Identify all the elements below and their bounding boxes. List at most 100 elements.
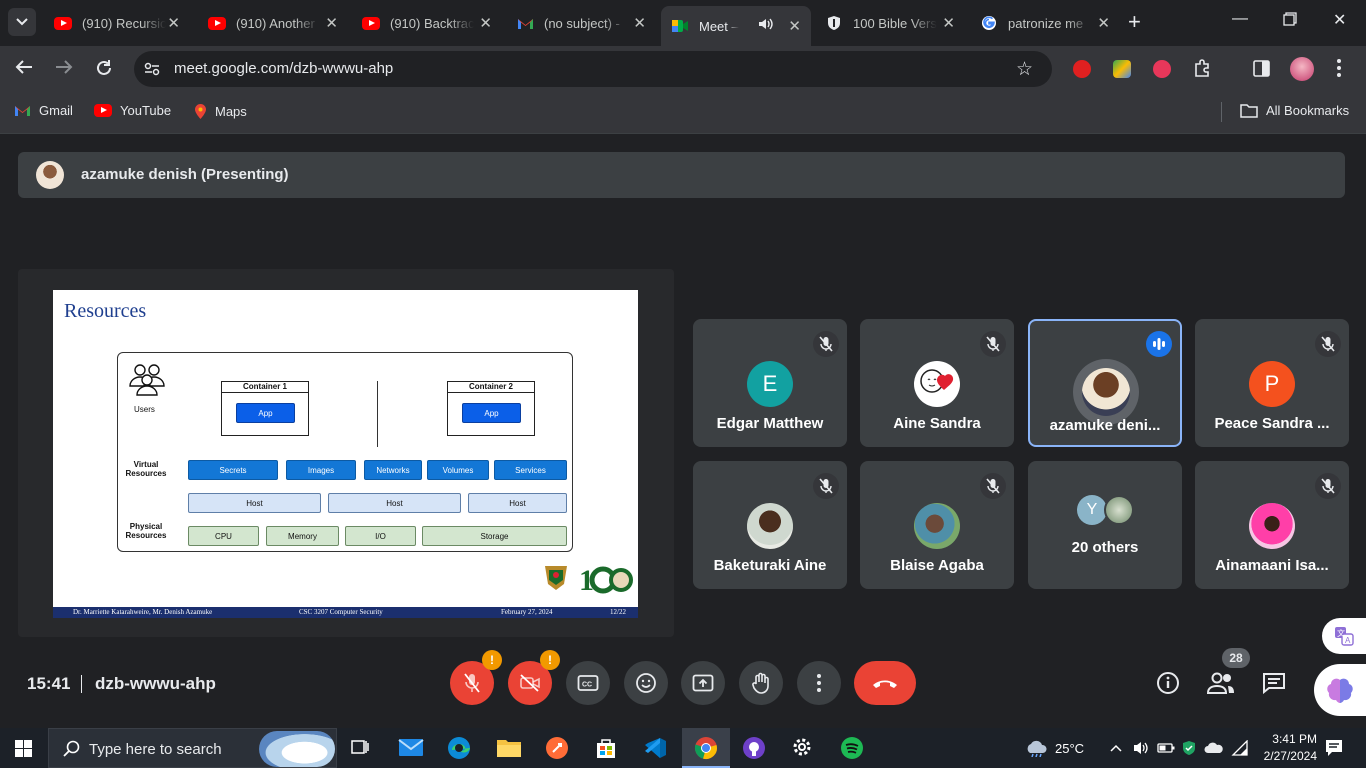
virtual-secrets: Secrets bbox=[188, 460, 278, 480]
new-tab-button[interactable]: + bbox=[1128, 9, 1141, 35]
raise-hand-button[interactable] bbox=[739, 661, 783, 705]
participant-tile[interactable]: Baketuraki Aine bbox=[693, 461, 847, 589]
forward-icon[interactable] bbox=[55, 59, 73, 80]
bookmark-star-icon[interactable]: ☆ bbox=[1016, 58, 1033, 81]
participant-tile[interactable]: P Peace Sandra ... bbox=[1195, 319, 1349, 447]
onedrive-cloud-icon[interactable] bbox=[1204, 742, 1224, 757]
youtube-icon bbox=[94, 104, 112, 117]
close-tab-icon[interactable]: ✕ bbox=[1097, 14, 1110, 32]
back-icon[interactable] bbox=[15, 59, 33, 80]
microsoft-store-icon[interactable] bbox=[594, 736, 618, 760]
others-count: 20 others bbox=[1071, 539, 1139, 556]
more-vert-icon bbox=[817, 674, 821, 692]
restore-icon[interactable] bbox=[1283, 12, 1297, 31]
extension-color-icon[interactable] bbox=[1113, 60, 1131, 78]
taskbar-clock-date[interactable]: 2/27/2024 bbox=[1253, 749, 1317, 763]
host-box: Host bbox=[468, 493, 567, 513]
slide-footer-course: CSC 3207 Computer Security bbox=[299, 608, 383, 616]
others-avatar-photo bbox=[1104, 495, 1134, 525]
address-bar[interactable]: meet.google.com/dzb-wwwu-ahp ☆ bbox=[134, 51, 1052, 87]
slide-title: Resources bbox=[64, 300, 147, 322]
url-text[interactable]: meet.google.com/dzb-wwwu-ahp bbox=[174, 60, 393, 77]
bookmark-maps[interactable]: Maps bbox=[194, 103, 247, 120]
postman-icon[interactable] bbox=[545, 736, 569, 760]
edge-browser-icon[interactable] bbox=[447, 736, 471, 760]
weather-icon[interactable] bbox=[1024, 737, 1050, 760]
university-logo: 1 bbox=[541, 560, 633, 601]
security-shield-icon[interactable] bbox=[1182, 740, 1196, 759]
tab-meet[interactable]: Meet – dzb ✕ bbox=[661, 6, 811, 46]
spotify-icon[interactable] bbox=[840, 736, 864, 760]
meeting-info-icon[interactable] bbox=[1156, 671, 1180, 700]
chat-icon[interactable] bbox=[1262, 672, 1286, 699]
bookmark-gmail[interactable]: Gmail bbox=[14, 103, 73, 118]
side-panel-icon[interactable] bbox=[1253, 60, 1270, 82]
camera-toggle-button[interactable]: ! bbox=[508, 650, 560, 705]
participant-tile[interactable]: Blaise Agaba bbox=[860, 461, 1014, 589]
browser-toolbar: meet.google.com/dzb-wwwu-ahp ☆ bbox=[0, 46, 1366, 92]
ai-assistant-button[interactable] bbox=[1314, 664, 1366, 716]
chrome-icon[interactable] bbox=[694, 736, 718, 760]
tab-bible[interactable]: 100 Bible Verses ✕ bbox=[815, 6, 965, 40]
extensions-puzzle-icon[interactable] bbox=[1193, 59, 1212, 83]
bookmark-youtube[interactable]: YouTube bbox=[94, 103, 171, 118]
translate-button[interactable]: 文A bbox=[1322, 618, 1366, 654]
weather-temperature[interactable]: 25°C bbox=[1055, 741, 1084, 756]
minimize-icon[interactable]: — bbox=[1232, 10, 1248, 28]
mic-muted-icon bbox=[980, 473, 1006, 499]
notifications-icon[interactable] bbox=[1325, 739, 1343, 760]
more-options-button[interactable] bbox=[797, 661, 841, 705]
participant-tile[interactable]: Aine Sandra bbox=[860, 319, 1014, 447]
all-bookmarks-button[interactable]: All Bookmarks bbox=[1240, 103, 1349, 118]
volume-icon[interactable] bbox=[1132, 740, 1150, 759]
close-tab-icon[interactable]: ✕ bbox=[167, 14, 180, 32]
present-screen-button[interactable] bbox=[681, 661, 725, 705]
tab-youtube-3[interactable]: (910) Backtracking ✕ bbox=[352, 6, 502, 40]
tab-google[interactable]: patronize me ✕ bbox=[970, 6, 1120, 40]
youtube-icon bbox=[362, 16, 380, 30]
reactions-button[interactable] bbox=[624, 661, 668, 705]
vscode-icon[interactable] bbox=[643, 736, 667, 760]
participant-tile[interactable]: Ainamaani Isa... bbox=[1195, 461, 1349, 589]
leave-call-button[interactable] bbox=[854, 661, 916, 705]
tab-youtube-2[interactable]: (910) Another ✕ bbox=[198, 6, 348, 40]
speaker-icon[interactable] bbox=[757, 17, 773, 34]
tab-youtube-1[interactable]: (910) Recursion ✕ bbox=[44, 6, 190, 40]
mic-off-icon bbox=[464, 673, 480, 693]
reload-icon[interactable] bbox=[95, 59, 113, 82]
extension-pink-icon[interactable] bbox=[1153, 60, 1171, 78]
close-window-icon[interactable]: ✕ bbox=[1333, 10, 1346, 30]
windows-start-icon[interactable] bbox=[15, 740, 32, 762]
participant-tile[interactable]: azamuke deni... bbox=[1028, 319, 1182, 447]
presentation-slide: Resources Users Container 1 App Containe… bbox=[53, 290, 638, 618]
extension-red-icon[interactable] bbox=[1073, 60, 1091, 78]
close-tab-icon[interactable]: ✕ bbox=[479, 14, 492, 32]
site-info-icon[interactable] bbox=[144, 62, 160, 81]
browser-menu-icon[interactable] bbox=[1337, 59, 1341, 82]
github-icon[interactable] bbox=[742, 736, 766, 760]
app-box: App bbox=[462, 403, 521, 423]
participant-tile[interactable]: E Edgar Matthew bbox=[693, 319, 847, 447]
settings-gear-icon[interactable] bbox=[791, 736, 815, 760]
mic-warning-badge: ! bbox=[482, 650, 502, 670]
close-tab-icon[interactable]: ✕ bbox=[942, 14, 955, 32]
tab-gmail[interactable]: (no subject) - ✕ bbox=[506, 6, 656, 40]
close-tab-icon[interactable]: ✕ bbox=[633, 14, 646, 32]
profile-avatar[interactable] bbox=[1290, 57, 1314, 81]
participant-tile-others[interactable]: Y 20 others bbox=[1028, 461, 1182, 589]
mic-toggle-button[interactable]: ! bbox=[450, 650, 502, 705]
taskbar-clock-time[interactable]: 3:41 PM bbox=[1261, 732, 1317, 746]
task-view-icon[interactable] bbox=[349, 736, 373, 760]
battery-icon[interactable] bbox=[1157, 742, 1175, 757]
close-tab-icon[interactable]: ✕ bbox=[788, 17, 801, 35]
captions-button[interactable]: CC bbox=[566, 661, 610, 705]
tab-search-button[interactable] bbox=[8, 8, 36, 36]
close-tab-icon[interactable]: ✕ bbox=[325, 14, 338, 32]
mail-app-icon[interactable] bbox=[398, 736, 424, 760]
chevron-up-icon[interactable] bbox=[1110, 741, 1122, 755]
people-button[interactable] bbox=[1206, 672, 1235, 699]
taskbar-search-box[interactable]: Type here to search bbox=[48, 728, 337, 768]
wifi-icon[interactable] bbox=[1231, 739, 1249, 759]
present-icon bbox=[692, 674, 714, 692]
file-explorer-icon[interactable] bbox=[496, 736, 521, 760]
